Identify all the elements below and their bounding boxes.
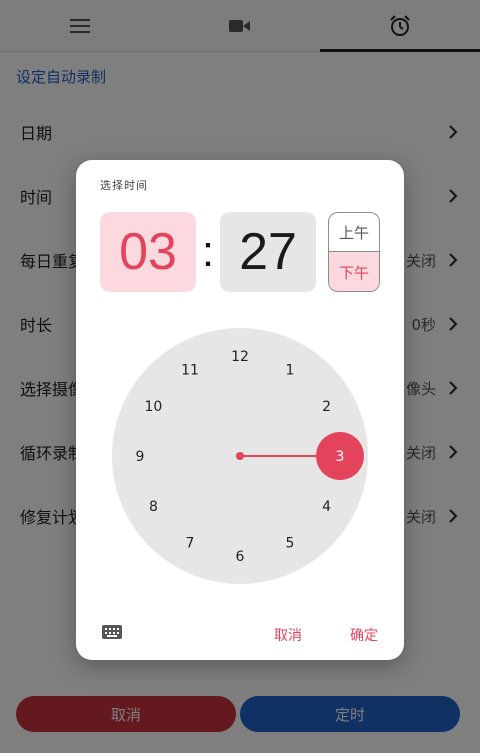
dialog-title: 选择时间 (100, 179, 148, 192)
clock-number-5[interactable]: 5 (286, 536, 295, 552)
dialog-ok-button[interactable]: 确定 (350, 625, 378, 645)
clock-number-1[interactable]: 1 (286, 362, 295, 378)
time-separator: : (201, 227, 215, 276)
clock-number-11[interactable]: 11 (181, 362, 199, 378)
clock-number-8[interactable]: 8 (149, 499, 158, 515)
hour-display[interactable]: 03 (100, 212, 196, 292)
clock-number-10[interactable]: 10 (144, 399, 162, 415)
dialog-cancel-button[interactable]: 取消 (274, 625, 302, 645)
clock-center-dot (236, 452, 244, 460)
clock-dial[interactable]: 121234567891011 (112, 328, 368, 584)
clock-number-9[interactable]: 9 (136, 449, 145, 465)
am-option[interactable]: 上午 (329, 213, 379, 252)
pm-option[interactable]: 下午 (329, 252, 379, 291)
keyboard-icon[interactable] (102, 625, 122, 639)
clock-number-12[interactable]: 12 (231, 349, 249, 365)
clock-number-6[interactable]: 6 (236, 549, 245, 565)
time-picker-dialog: 选择时间 03 : 27 上午 下午 12 1 2 3 4 5 6 7 8 9 10 11 取消 确定 (76, 160, 404, 660)
clock-number-7[interactable]: 7 (186, 536, 195, 552)
clock-number-3[interactable]: 3 (336, 449, 345, 465)
minute-display[interactable]: 27 (220, 212, 316, 292)
clock-number-2[interactable]: 2 (322, 399, 331, 415)
am-pm-toggle: 上午 下午 (328, 212, 380, 292)
clock-number-4[interactable]: 4 (322, 499, 331, 515)
